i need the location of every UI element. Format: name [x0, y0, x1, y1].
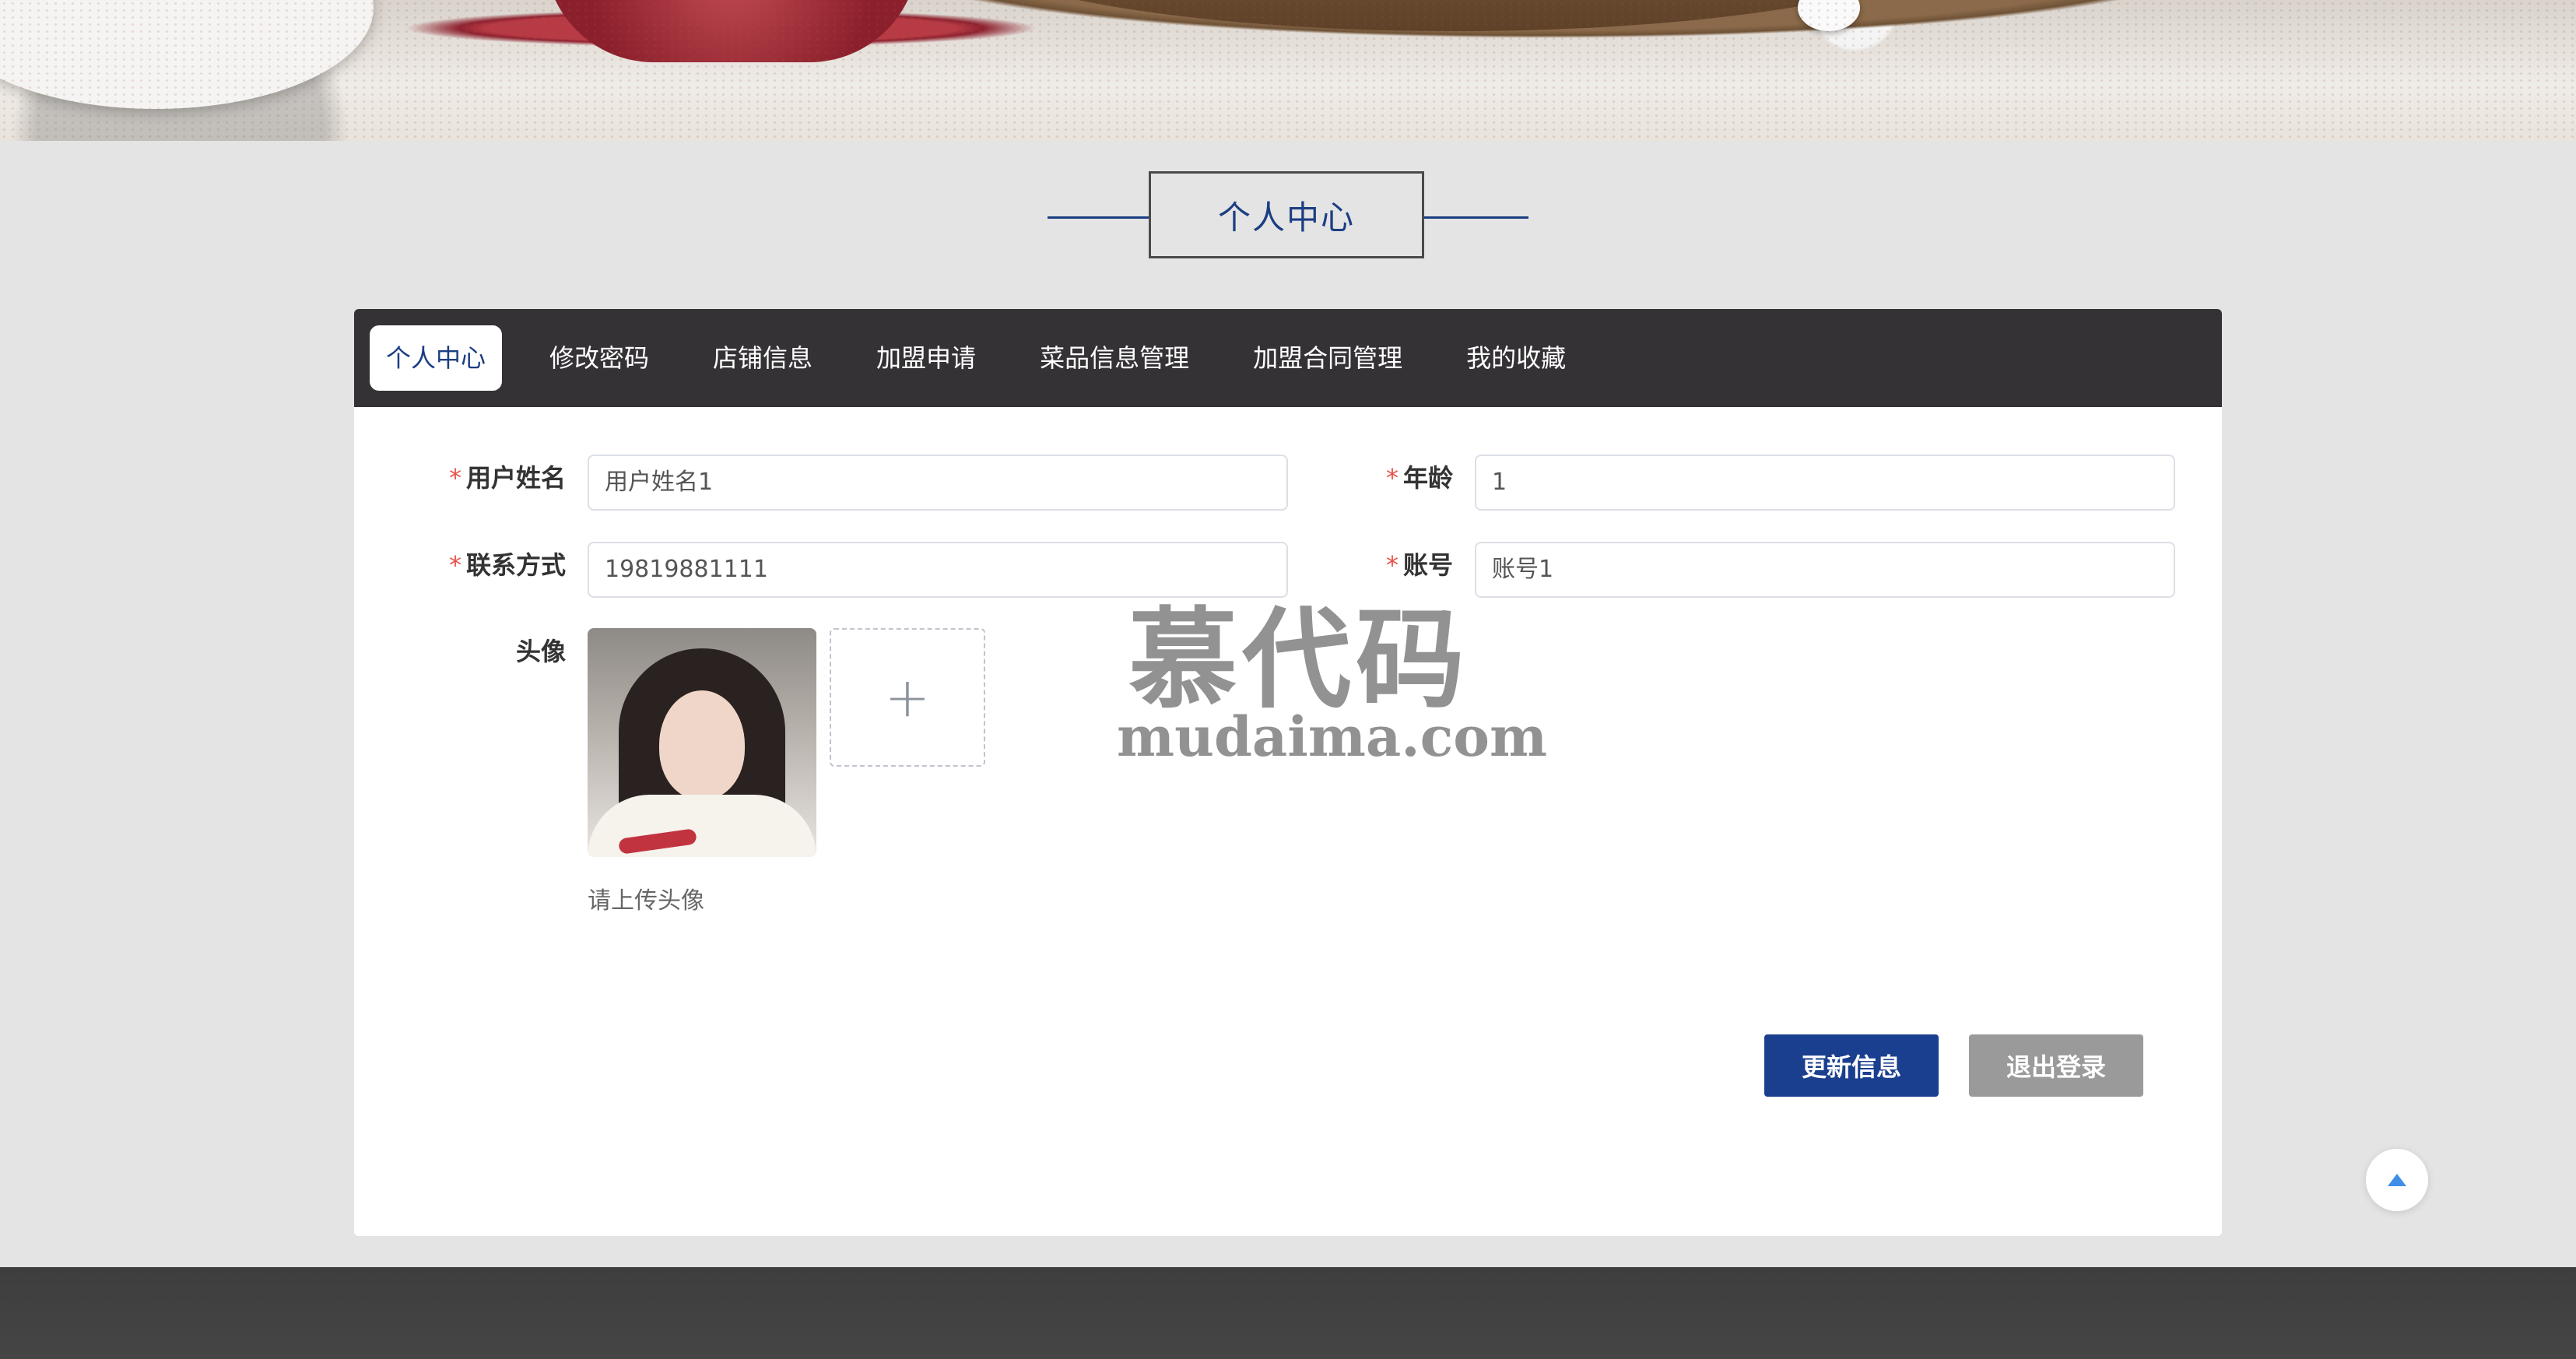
page-title: 个人中心	[1149, 171, 1424, 258]
tab-favorites[interactable]: 我的收藏	[1450, 325, 1582, 391]
update-info-button[interactable]: 更新信息	[1764, 1034, 1939, 1097]
cake-image	[949, 0, 1961, 31]
username-label: * 用户姓名	[448, 463, 566, 493]
tab-shop-info[interactable]: 店铺信息	[697, 325, 829, 391]
tab-franchise-apply[interactable]: 加盟申请	[860, 325, 992, 391]
avatar-label: 头像	[515, 637, 566, 666]
username-input[interactable]: 用户姓名1	[588, 455, 1288, 511]
avatar-upload-button[interactable]: +	[830, 628, 985, 767]
age-input[interactable]: 1	[1475, 455, 2175, 511]
hero-banner	[0, 0, 2576, 141]
account-input[interactable]: 账号1	[1475, 542, 2175, 598]
avatar-hint: 请上传头像	[588, 887, 704, 915]
watermark-en: mudaima.com	[1117, 704, 1548, 769]
age-label: * 年龄	[1385, 463, 1453, 493]
cream-image	[1798, 0, 1860, 31]
required-mark: *	[1385, 463, 1399, 493]
required-mark: *	[448, 550, 462, 580]
strawberry-image	[545, 0, 918, 62]
section-title: 个人中心	[1048, 171, 1528, 262]
footer	[0, 1267, 2576, 1359]
back-to-top-button[interactable]	[2366, 1149, 2428, 1211]
contact-label: * 联系方式	[448, 550, 566, 580]
plus-icon: +	[884, 665, 931, 729]
plate-image	[0, 0, 374, 109]
avatar-image	[588, 628, 816, 857]
logout-button[interactable]: 退出登录	[1969, 1034, 2143, 1097]
tab-dish-management[interactable]: 菜品信息管理	[1023, 325, 1206, 391]
arrow-up-icon	[2388, 1174, 2406, 1186]
required-mark: *	[448, 463, 462, 493]
tab-change-password[interactable]: 修改密码	[533, 325, 665, 391]
tab-contract-management[interactable]: 加盟合同管理	[1237, 325, 1419, 391]
tab-bar: 个人中心 修改密码 店铺信息 加盟申请 菜品信息管理 加盟合同管理 我的收藏	[354, 309, 2222, 407]
tab-profile[interactable]: 个人中心	[370, 325, 503, 391]
form-row-1: * 用户姓名 用户姓名1 * 年龄 1	[354, 455, 2222, 511]
profile-card: 个人中心 修改密码 店铺信息 加盟申请 菜品信息管理 加盟合同管理 我的收藏 *…	[354, 309, 2222, 1236]
